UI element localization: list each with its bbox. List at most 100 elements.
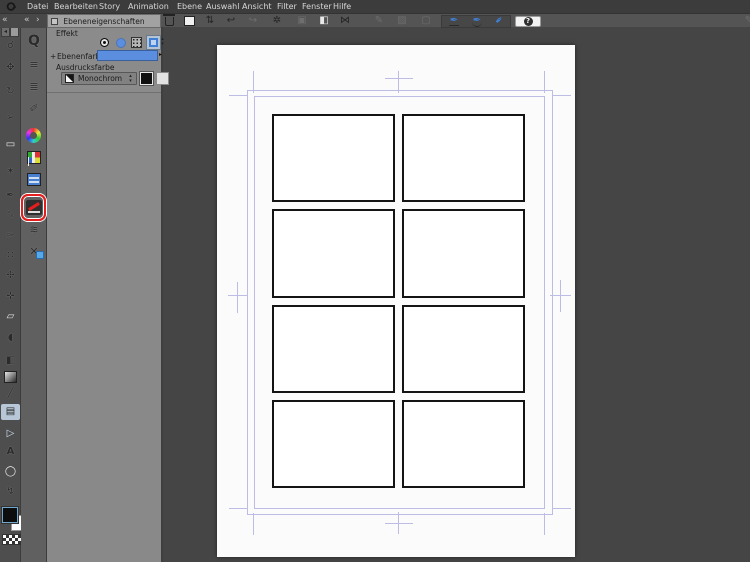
menu-ebene[interactable]: Ebene [177,0,202,13]
expand-dock-button[interactable]: › [36,14,40,28]
snap-ruler-icon[interactable]: ✒ [446,14,462,28]
register-cross-right [550,295,571,296]
menu-filter[interactable]: Filter [277,0,297,13]
switch-order-icon[interactable]: ⇅ [202,14,218,28]
halftone-effect-icon [131,37,142,48]
redo-icon[interactable]: ↪ [245,14,261,28]
rotate-view-tool[interactable]: ↻ [0,84,21,100]
polyline-tool[interactable]: ▷ [0,426,21,442]
transparent-color-swatch[interactable] [2,534,23,545]
color-set-icon [27,151,41,164]
delete-icon[interactable] [163,14,175,26]
register-cross-top [398,71,399,93]
new-paper-icon[interactable] [184,16,195,26]
border-effect-button[interactable] [98,36,111,49]
pencil-tool[interactable]: ✎ [0,208,21,224]
square-disabled-icon[interactable]: ▢ [418,14,434,28]
brush-size-palette-icon[interactable]: ✐ [21,100,47,118]
decoration-tool[interactable]: ❉ [0,268,21,284]
frame-border-tool[interactable]: ▤ [1,404,20,420]
menu-animation[interactable]: Animation [128,0,169,13]
text-tool[interactable]: A [0,444,21,460]
help-button[interactable]: ? [515,15,541,27]
gradient-tool[interactable] [0,371,21,387]
halftone-effect-button[interactable] [130,36,143,49]
hand-tool[interactable]: ✥ [0,60,21,76]
draw-color-white-swatch[interactable] [156,72,169,85]
eraser-tool[interactable]: ▱ [0,309,21,325]
brush-tool[interactable]: ✑ [0,228,21,244]
layer-color-value[interactable] [97,50,158,61]
tool-property-palette-icon[interactable]: ≣ [21,78,47,96]
effect-label: Effekt [56,29,78,38]
figure-tool[interactable]: ✛ [0,289,21,305]
color-wheel-palette-icon[interactable] [21,127,47,145]
menu-bearbeiten[interactable]: Bearbeiten [54,0,98,13]
canvas-page[interactable] [217,45,575,557]
toolbox: ◂ ☌ ✥ ↻ ➢ ▭ ✶ ✒ ✎ ✑ ∷ ❉ ✛ ▱ ◖ ◧ ╱ ▤ ▷ A … [0,26,27,562]
deselect-icon[interactable]: ✲ [269,14,285,28]
monochrome-icon [65,74,74,83]
layer-color-arrow-icon[interactable]: ▸ [159,51,162,58]
operation-tool[interactable]: ➢ [0,110,21,126]
sub-tool-palette-icon[interactable]: ≡ [21,56,47,74]
spinner-down-icon[interactable]: ▾ [129,78,132,84]
menu-datei[interactable]: Datei [27,0,48,13]
comic-panel [402,304,525,393]
blend-tool[interactable]: ◖ [0,330,21,346]
panel-menu-icon[interactable] [51,18,58,25]
correction-tool[interactable]: ↯ [0,484,21,500]
pen-tool[interactable]: ✒ [0,188,21,204]
trim-mark-tick [553,508,571,509]
gradient-disabled-icon[interactable]: ▨ [394,14,410,28]
auto-select-tool[interactable]: ✶ [0,164,21,180]
trim-mark-tick [253,513,254,535]
menu-hilfe[interactable]: Hilfe [333,0,351,13]
spinner-down-icon[interactable]: ▾ [161,42,164,47]
register-cross-right [560,280,561,312]
foreground-color-swatch[interactable] [2,507,18,523]
clip-studio-logo-icon [6,2,17,11]
register-cross-bottom [385,523,413,524]
tone-effect-button[interactable] [114,36,127,49]
expression-color-dropdown[interactable]: Monochrom ▴ ▾ [61,72,137,85]
layer-color-expander[interactable]: + [50,52,56,61]
line-tool[interactable]: ╱ [0,386,21,402]
effect-spinner[interactable]: ▴ ▾ [159,37,166,47]
menu-bar: Datei Bearbeiten Story Animation Ebene A… [0,0,750,13]
command-bar: « « › Ebeneneigenschaften ⇅ ↩ ↪ ✲ ▣ ◧ ⋈ … [0,13,750,28]
balloon-tool[interactable]: ◯ [0,464,21,480]
comic-panel [402,399,525,488]
clear-palette-icon[interactable]: ✕ [21,243,47,261]
pen-settings-icon[interactable]: ✎ [371,14,387,28]
edge-cut-icon[interactable]: ✎ [741,14,750,28]
collapse-all-button[interactable]: « [2,14,8,28]
select-boundary-icon[interactable]: ▣ [294,14,310,28]
fill-tool[interactable]: ◧ [0,353,21,369]
tone-effect-icon [115,37,126,48]
color-slider-palette-icon[interactable] [21,171,47,189]
tone-palette-icon[interactable]: ≋ [21,221,47,239]
quick-access-palette-icon[interactable]: Q [21,32,47,50]
color-wheel-icon [26,128,41,143]
zoom-tool[interactable]: ☌ [0,38,21,54]
menu-ansicht[interactable]: Ansicht [242,0,272,13]
draw-color-black-swatch[interactable] [140,72,153,85]
comic-panel-grid [272,114,525,488]
airbrush-tool[interactable]: ∷ [0,248,21,264]
transform-icon[interactable]: ⋈ [337,14,353,28]
menu-fenster[interactable]: Fenster [302,0,332,13]
layer-color-effect-icon [149,38,158,47]
expression-color-value: Monochrom [78,74,123,83]
undo-icon[interactable]: ↩ [223,14,239,28]
fill-bucket-icon[interactable]: ◧ [316,14,332,28]
color-set-palette-icon[interactable] [21,149,47,167]
menu-auswahl[interactable]: Auswahl [206,0,239,13]
expression-spinner[interactable]: ▴ ▾ [127,73,134,84]
marquee-select-tool[interactable]: ▭ [0,137,21,153]
collapse-dock-button[interactable]: « [24,14,30,28]
register-cross-left [237,282,238,313]
snap-special-ruler-icon[interactable]: ✒ [469,14,485,28]
menu-story[interactable]: Story [99,0,120,13]
layer-property-panel-titlebar[interactable]: Ebeneneigenschaften [47,14,161,28]
